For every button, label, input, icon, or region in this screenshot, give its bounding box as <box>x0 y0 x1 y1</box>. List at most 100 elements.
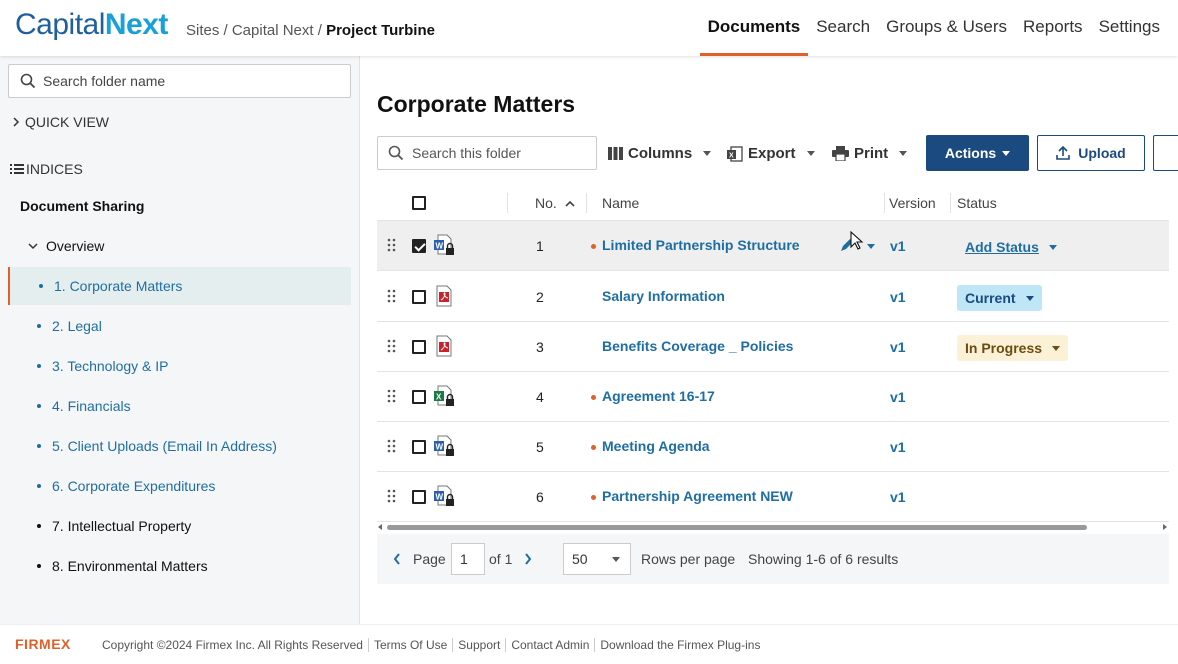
row-checkbox[interactable] <box>412 390 426 404</box>
sidebar-item-environmental-matters[interactable]: 8. Environmental Matters <box>8 547 351 585</box>
drag-handle-icon[interactable] <box>387 439 397 453</box>
row-checkbox[interactable] <box>412 290 426 304</box>
row-number: 6 <box>536 489 544 505</box>
table-row[interactable]: W 6 Partnership Agreement NEW v1 <box>377 472 1169 522</box>
caret-down-icon <box>612 557 620 562</box>
overview-label: Overview <box>46 238 105 254</box>
table-row[interactable]: X 4 Agreement 16-17 v1 <box>377 372 1169 422</box>
row-number: 3 <box>536 339 544 355</box>
status-badge-current[interactable]: Current <box>957 285 1042 311</box>
document-name-link[interactable]: Salary Information <box>602 288 725 304</box>
status-badge-in-progress[interactable]: In Progress <box>957 335 1069 361</box>
version-link[interactable]: v1 <box>890 339 906 355</box>
document-name-link[interactable]: Partnership Agreement NEW <box>602 488 793 504</box>
select-all-checkbox[interactable] <box>412 196 426 210</box>
version-link[interactable]: v1 <box>890 389 906 405</box>
sidebar-item-intellectual-property[interactable]: 7. Intellectual Property <box>8 507 351 545</box>
row-number: 5 <box>536 439 544 455</box>
document-name-link[interactable]: Agreement 16-17 <box>602 388 715 404</box>
sidebar: QUICK VIEW INDICES Document Sharing Over… <box>0 56 360 624</box>
scroll-left-icon[interactable] <box>378 524 383 530</box>
breadcrumb-path[interactable]: Sites / Capital Next / <box>186 22 326 39</box>
page-of-label: of 1 <box>489 551 513 567</box>
svg-text:X: X <box>729 152 734 159</box>
nav-search[interactable]: Search <box>808 0 878 56</box>
nav-settings[interactable]: Settings <box>1091 0 1168 56</box>
drag-handle-icon[interactable] <box>387 289 397 303</box>
page-title: Corporate Matters <box>377 91 576 117</box>
sidebar-item-corporate-expenditures[interactable]: 6. Corporate Expenditures <box>8 467 351 505</box>
table-row[interactable]: 3 Benefits Coverage _ Policies v1 In Pro… <box>377 322 1169 372</box>
version-link[interactable]: v1 <box>890 289 906 305</box>
table-row[interactable]: W 5 Meeting Agenda v1 <box>377 422 1169 472</box>
column-header-version[interactable]: Version <box>889 195 936 211</box>
sidebar-item-legal[interactable]: 2. Legal <box>8 307 351 345</box>
nav-documents[interactable]: Documents <box>699 0 809 56</box>
table-row[interactable]: W 1 Limited Partnership Structure v1 Add… <box>377 221 1169 271</box>
more-button[interactable] <box>1153 135 1178 171</box>
row-checkbox[interactable] <box>412 490 426 504</box>
row-checkbox[interactable] <box>412 440 426 454</box>
row-menu-caret-icon[interactable] <box>867 244 875 249</box>
document-name-link[interactable]: Meeting Agenda <box>602 438 710 454</box>
scroll-right-icon[interactable] <box>1162 524 1167 530</box>
column-header-status[interactable]: Status <box>957 195 997 211</box>
add-status-dropdown[interactable]: Add Status <box>965 239 1057 255</box>
drag-handle-icon[interactable] <box>387 238 397 252</box>
column-divider <box>884 193 885 213</box>
actions-button[interactable]: Actions <box>926 135 1029 171</box>
print-label: Print <box>854 145 889 162</box>
drag-handle-icon[interactable] <box>387 339 397 353</box>
footer-contact-admin-link[interactable]: Contact Admin <box>506 638 596 652</box>
footer-support-link[interactable]: Support <box>453 638 507 652</box>
sidebar-item-technology-ip[interactable]: 3. Technology & IP <box>8 347 351 385</box>
folder-search-box <box>8 64 351 98</box>
version-link[interactable]: v1 <box>890 439 906 455</box>
word-locked-icon: W <box>434 485 454 506</box>
excel-locked-icon: X <box>434 385 454 406</box>
next-page-icon[interactable] <box>524 553 532 565</box>
overview-toggle[interactable]: Overview <box>28 238 104 254</box>
document-name-link[interactable]: Limited Partnership Structure <box>602 237 800 253</box>
row-number: 1 <box>536 238 544 254</box>
rows-per-page-select[interactable]: 50 <box>563 543 631 575</box>
nav-reports[interactable]: Reports <box>1015 0 1091 56</box>
document-name-link[interactable]: Benefits Coverage _ Policies <box>602 338 793 354</box>
capitalnext-logo[interactable]: CapitalNext <box>15 8 168 42</box>
nav-groups-users[interactable]: Groups & Users <box>878 0 1015 56</box>
columns-button[interactable]: Columns <box>608 145 712 162</box>
drag-handle-icon[interactable] <box>387 389 397 403</box>
actions-label: Actions <box>944 145 997 161</box>
table-row[interactable]: 2 Salary Information v1 Current <box>377 272 1169 322</box>
export-button[interactable]: X Export <box>727 145 815 162</box>
column-header-no[interactable]: No. <box>535 195 575 211</box>
version-link[interactable]: v1 <box>890 238 906 254</box>
upload-button[interactable]: Upload <box>1037 135 1145 171</box>
caret-down-icon <box>703 151 712 156</box>
sidebar-item-corporate-matters[interactable]: 1. Corporate Matters <box>8 267 351 305</box>
column-header-name[interactable]: Name <box>602 195 639 211</box>
search-this-folder-input[interactable] <box>412 137 592 169</box>
row-checkbox[interactable] <box>412 239 426 253</box>
page-number-input[interactable]: 1 <box>451 543 485 575</box>
drag-handle-icon[interactable] <box>387 489 397 503</box>
logo-part2: Next <box>104 8 169 41</box>
indices-toggle[interactable]: INDICES <box>10 161 83 177</box>
sort-ascending-icon <box>565 200 575 207</box>
row-checkbox[interactable] <box>412 340 426 354</box>
horizontal-scrollbar[interactable] <box>377 522 1169 532</box>
footer-plugins-link[interactable]: Download the Firmex Plug-ins <box>595 638 765 652</box>
pdf-icon <box>436 335 452 357</box>
prev-page-icon[interactable] <box>393 553 401 565</box>
document-sharing-root[interactable]: Document Sharing <box>20 198 144 214</box>
firmex-logo[interactable]: FIRMEX <box>15 636 71 652</box>
scrollbar-thumb[interactable] <box>387 525 1087 530</box>
footer-terms-link[interactable]: Terms Of Use <box>369 638 454 652</box>
version-link[interactable]: v1 <box>890 489 906 505</box>
quick-view-toggle[interactable]: QUICK VIEW <box>12 114 109 130</box>
print-button[interactable]: Print <box>832 145 908 162</box>
folder-search-input[interactable] <box>43 65 343 97</box>
sidebar-item-client-uploads[interactable]: 5. Client Uploads (Email In Address) <box>8 427 351 465</box>
footer-copyright: Copyright ©2024 Firmex Inc. All Rights R… <box>102 638 369 652</box>
sidebar-item-financials[interactable]: 4. Financials <box>8 387 351 425</box>
